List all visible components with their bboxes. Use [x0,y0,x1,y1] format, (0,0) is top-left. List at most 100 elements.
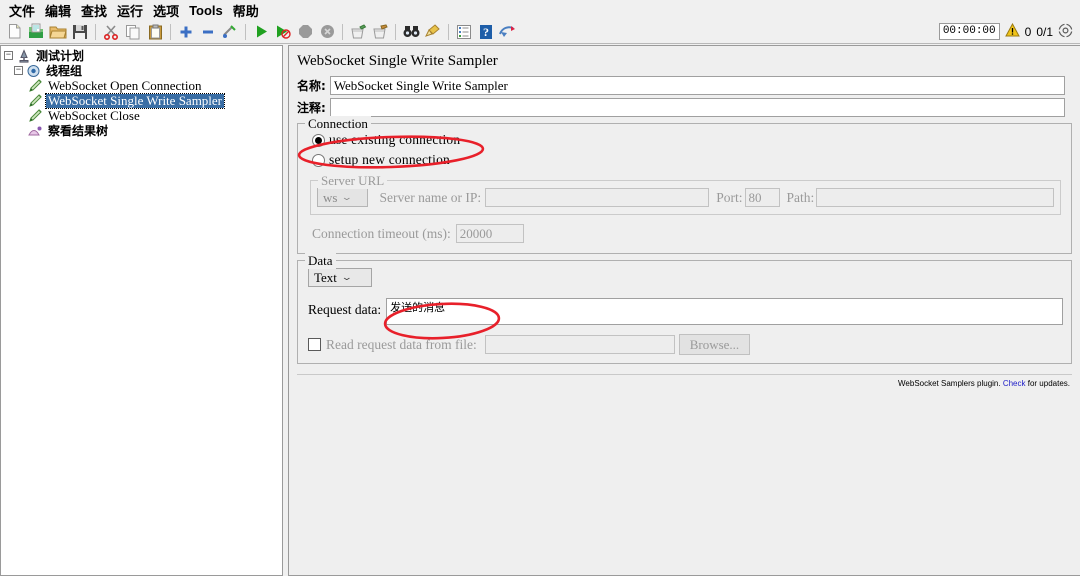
tree-node-label: 测试计划 [34,49,86,63]
elapsed-timer: 00:00:00 [939,23,1000,40]
cut-icon[interactable] [101,22,121,42]
plugin-footer-text-after: for updates. [1028,379,1070,388]
tree-node-websocket-single-write-sampler[interactable]: WebSocket Single Write Sampler [28,93,282,108]
tree-node-label: WebSocket Close [46,109,142,123]
connection-timeout-input[interactable]: 20000 [456,224,524,243]
view-results-tree-icon [28,124,44,138]
start-icon[interactable] [251,22,271,42]
server-name-input[interactable] [485,188,709,207]
read-from-file-row: Read request data from file: Browse... [308,334,1063,355]
help-icon[interactable]: ? [476,22,496,42]
data-group: Data Text ⌄ Request data: 发送的消息 Read req… [297,260,1072,364]
path-input[interactable] [816,188,1054,207]
menu-edit[interactable]: 编辑 [40,0,76,21]
stop-icon[interactable] [295,22,315,42]
port-input[interactable]: 80 [745,188,780,207]
protocol-select-value: ws [323,190,337,206]
chevron-down-icon: ⌄ [341,273,353,282]
data-type-select[interactable]: Text ⌄ [308,268,372,287]
tree-node-view-results-tree[interactable]: 察看结果树 [28,123,282,138]
tree-node-label: 察看结果树 [46,124,110,138]
comment-row: 注释: [289,98,1080,117]
data-type-select-value: Text [314,270,337,286]
browse-button[interactable]: Browse... [679,334,750,355]
toolbar-separator [95,24,96,40]
search-icon[interactable] [401,22,421,42]
radio-button-unselected[interactable] [312,154,325,167]
read-from-file-checkbox[interactable] [308,338,321,351]
menu-tools[interactable]: Tools [184,2,228,19]
paste-icon[interactable] [145,22,165,42]
svg-text:?: ? [483,25,489,39]
start-no-pauses-icon[interactable] [273,22,293,42]
tree-node-test-plan[interactable]: − 测试计划 [4,48,282,63]
plugin-footer-text: WebSocket Samplers plugin. [898,379,1001,388]
connection-timeout-label: Connection timeout (ms): [312,226,451,242]
toolbar-separator [448,24,449,40]
menu-search[interactable]: 查找 [76,0,112,21]
tree-root-container: − 测试计划 − [1,46,282,138]
radio-button-selected[interactable] [312,134,325,147]
clear-icon[interactable] [348,22,368,42]
active-threads-count: 0/1 [1036,25,1053,39]
connection-group-title: Connection [305,116,371,132]
new-icon[interactable] [4,22,24,42]
menu-help[interactable]: 帮助 [228,0,264,21]
protocol-select[interactable]: ws ⌄ [317,188,368,207]
server-url-group: Server URL ws ⌄ Server name or IP: Port:… [310,180,1061,215]
comment-label: 注释: [297,99,326,116]
warning-triangle-icon[interactable] [1005,23,1020,40]
name-row: 名称: WebSocket Single Write Sampler [289,76,1080,95]
sampler-icon [28,109,44,123]
request-data-label: Request data: [308,302,381,318]
port-label: Port: [716,190,742,206]
menu-bar: 文件 编辑 查找 运行 选项 Tools 帮助 [0,0,1080,20]
read-from-file-label: Read request data from file: [326,337,477,353]
tree-expand-handle[interactable]: − [14,66,23,75]
plugin-footer: WebSocket Samplers plugin. Check for upd… [289,375,1080,388]
templates-icon[interactable] [26,22,46,42]
test-plan-icon [16,49,32,63]
copy-icon[interactable] [123,22,143,42]
menu-options[interactable]: 选项 [148,0,184,21]
name-label: 名称: [297,77,326,94]
shutdown-icon[interactable] [317,22,337,42]
sampler-config-panel: WebSocket Single Write Sampler 名称: WebSo… [288,45,1080,576]
tree-node-websocket-open-connection[interactable]: WebSocket Open Connection [28,78,282,93]
page-title: WebSocket Single Write Sampler [289,46,1080,76]
request-data-input[interactable]: 发送的消息 [386,298,1063,325]
function-helper-icon[interactable] [454,22,474,42]
comment-input[interactable] [330,98,1065,117]
reset-search-icon[interactable] [423,22,443,42]
radio-setup-new-connection[interactable]: setup new connection [312,150,1063,170]
toggle-icon[interactable] [220,22,240,42]
tree-node-label-selected: WebSocket Single Write Sampler [46,94,224,108]
tree-node-thread-group[interactable]: − 线程组 [14,63,282,78]
sampler-icon [28,79,44,93]
clear-all-icon[interactable] [370,22,390,42]
undo-icon[interactable] [498,22,518,42]
tree-node-websocket-close[interactable]: WebSocket Close [28,108,282,123]
check-for-updates-link[interactable]: Check [1003,379,1026,388]
connection-timeout-row: Connection timeout (ms): 20000 [312,224,1063,243]
target-icon[interactable] [1058,23,1073,41]
collapse-icon[interactable] [198,22,218,42]
request-data-row: Request data: 发送的消息 [306,298,1063,325]
status-area: 00:00:00 0 0/1 [939,23,1073,41]
radio-use-existing-connection[interactable]: use existing connection [312,130,1063,150]
name-input[interactable]: WebSocket Single Write Sampler [330,76,1065,95]
server-url-row: ws ⌄ Server name or IP: Port: 80 Path: [317,188,1054,207]
toolbar-separator [245,24,246,40]
thread-group-icon [26,64,42,78]
menu-run[interactable]: 运行 [112,0,148,21]
menu-file[interactable]: 文件 [4,0,40,21]
test-plan-tree[interactable]: − 测试计划 − [0,45,283,576]
save-icon[interactable] [70,22,90,42]
toolbar-separator [395,24,396,40]
expand-icon[interactable] [176,22,196,42]
open-icon[interactable] [48,22,68,42]
file-path-input[interactable] [485,335,675,354]
radio-label: setup new connection [329,152,450,168]
jmeter-window: 文件 编辑 查找 运行 选项 Tools 帮助 [0,0,1080,576]
tree-expand-handle[interactable]: − [4,51,13,60]
